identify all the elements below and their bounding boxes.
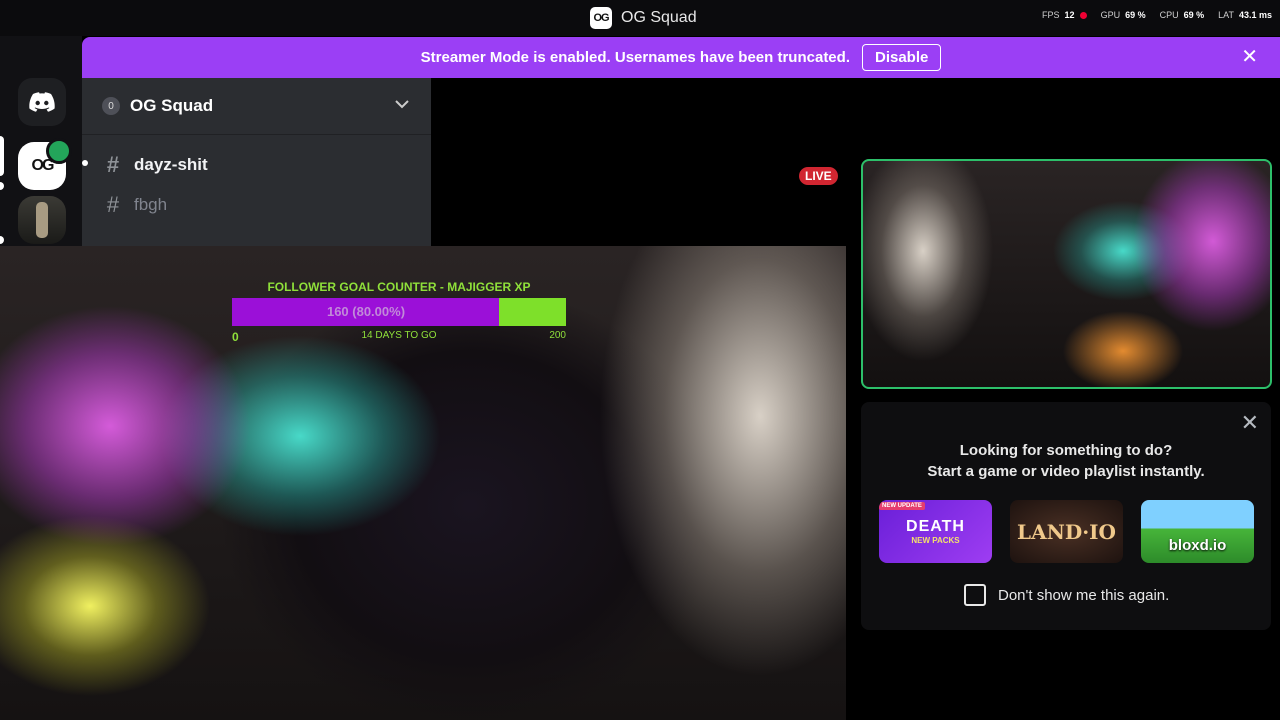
server-rail: OG (0, 36, 82, 282)
activity-tile-title: DEATH (906, 518, 965, 535)
latency-value: 43.1 ms (1238, 10, 1272, 20)
disable-streamer-mode-button[interactable]: Disable (861, 44, 942, 71)
streamer-mode-message: Streamer Mode is enabled. Usernames have… (420, 49, 850, 66)
selected-server-pill (0, 136, 4, 176)
activity-tile-death-by-ai[interactable]: NEW UPDATE DEATH NEW PACKS (879, 500, 992, 563)
recording-indicator-icon (1079, 11, 1087, 19)
window-title: OG Squad (621, 9, 697, 26)
dont-show-again-option[interactable]: Don't show me this again. (964, 584, 1169, 606)
activity-suggestion-panel: ✕ Looking for something to do? Start a g… (861, 402, 1271, 630)
fps-stat: FPS 12 (1042, 10, 1087, 20)
streamer-mode-banner: Streamer Mode is enabled. Usernames have… (82, 37, 1280, 78)
gpu-label: GPU (1100, 10, 1121, 20)
stream-video[interactable]: FOLLOWER GOAL COUNTER - MAJIGGER XP 160 … (0, 246, 846, 720)
channel-item-dayz-shit[interactable]: # dayz-shit (82, 152, 208, 178)
latency-stat: LAT 43.1 ms (1218, 10, 1272, 20)
activity-heading: Looking for something to do? (959, 442, 1173, 459)
og-squad-logo-icon: OG (590, 7, 612, 29)
unread-server-pill (0, 236, 4, 244)
discord-logo-icon (29, 92, 55, 112)
channel-label: fbgh (134, 195, 168, 214)
guild-name: OG Squad (130, 96, 214, 115)
cpu-label: CPU (1159, 10, 1179, 20)
follower-goal-value: 160 (80.00%) (326, 304, 406, 319)
activity-subheading: Start a game or video playlist instantly… (927, 463, 1205, 480)
activity-tile-subtitle: NEW PACKS (911, 536, 960, 545)
follower-goal-title: FOLLOWER GOAL COUNTER - MAJIGGER XP (267, 280, 531, 294)
activity-tile-title: LAND·IO (1017, 519, 1116, 544)
dont-show-again-checkbox[interactable] (964, 584, 986, 606)
fps-label: FPS (1042, 10, 1060, 20)
follower-goal-bar: 160 (80.00%) (232, 298, 566, 326)
soldier-avatar-icon (36, 202, 48, 238)
unread-indicator-icon (82, 160, 88, 166)
activity-tile-land-io[interactable]: LAND·IO (1010, 500, 1123, 563)
unread-server-pill (0, 182, 4, 190)
latency-label: LAT (1218, 10, 1234, 20)
close-icon[interactable]: ✕ (1241, 412, 1259, 434)
text-channel-icon: # (106, 152, 120, 177)
guild-boost-badge: 0 (102, 97, 120, 115)
activity-tile-bloxd-io[interactable]: bloxd.io (1141, 500, 1254, 563)
stream-preview[interactable] (861, 159, 1272, 389)
server-soldier[interactable] (18, 196, 66, 244)
server-og-squad[interactable]: OG (18, 138, 72, 190)
channel-item-fbgh[interactable]: # fbgh (102, 192, 167, 218)
discord-home-button[interactable] (18, 78, 66, 126)
close-icon[interactable]: ✕ (1241, 47, 1258, 67)
follower-goal-days: 14 DAYS TO GO (361, 330, 437, 341)
text-channel-icon: # (106, 192, 120, 217)
chevron-svg (395, 100, 409, 109)
channel-sidebar: 0 OG Squad # dayz-shit # fbgh (82, 78, 431, 246)
gpu-stat: GPU 69 % (1101, 10, 1146, 20)
chevron-down-icon[interactable] (395, 96, 409, 114)
follower-goal-max: 200 (549, 330, 566, 341)
new-update-tag: NEW UPDATE (879, 502, 925, 510)
window-title-group: OG OG Squad (590, 6, 697, 30)
cpu-value: 69 % (1183, 10, 1205, 20)
fps-value: 12 (1064, 10, 1075, 20)
cpu-stat: CPU 69 % (1160, 10, 1205, 20)
channel-label: dayz-shit (134, 155, 208, 174)
performance-overlay: FPS 12 GPU 69 % CPU 69 % LAT 43.1 ms (1042, 10, 1272, 20)
live-badge: LIVE (799, 167, 838, 185)
dont-show-again-label: Don't show me this again. (998, 586, 1170, 604)
activity-tile-title: bloxd.io (1168, 537, 1227, 554)
gpu-value: 69 % (1125, 10, 1146, 20)
title-bar: OG OG Squad FPS 12 GPU 69 % CPU 69 % LAT… (0, 0, 1280, 36)
server-voice-badge-icon (46, 138, 72, 164)
guild-header[interactable]: 0 OG Squad (82, 78, 431, 135)
